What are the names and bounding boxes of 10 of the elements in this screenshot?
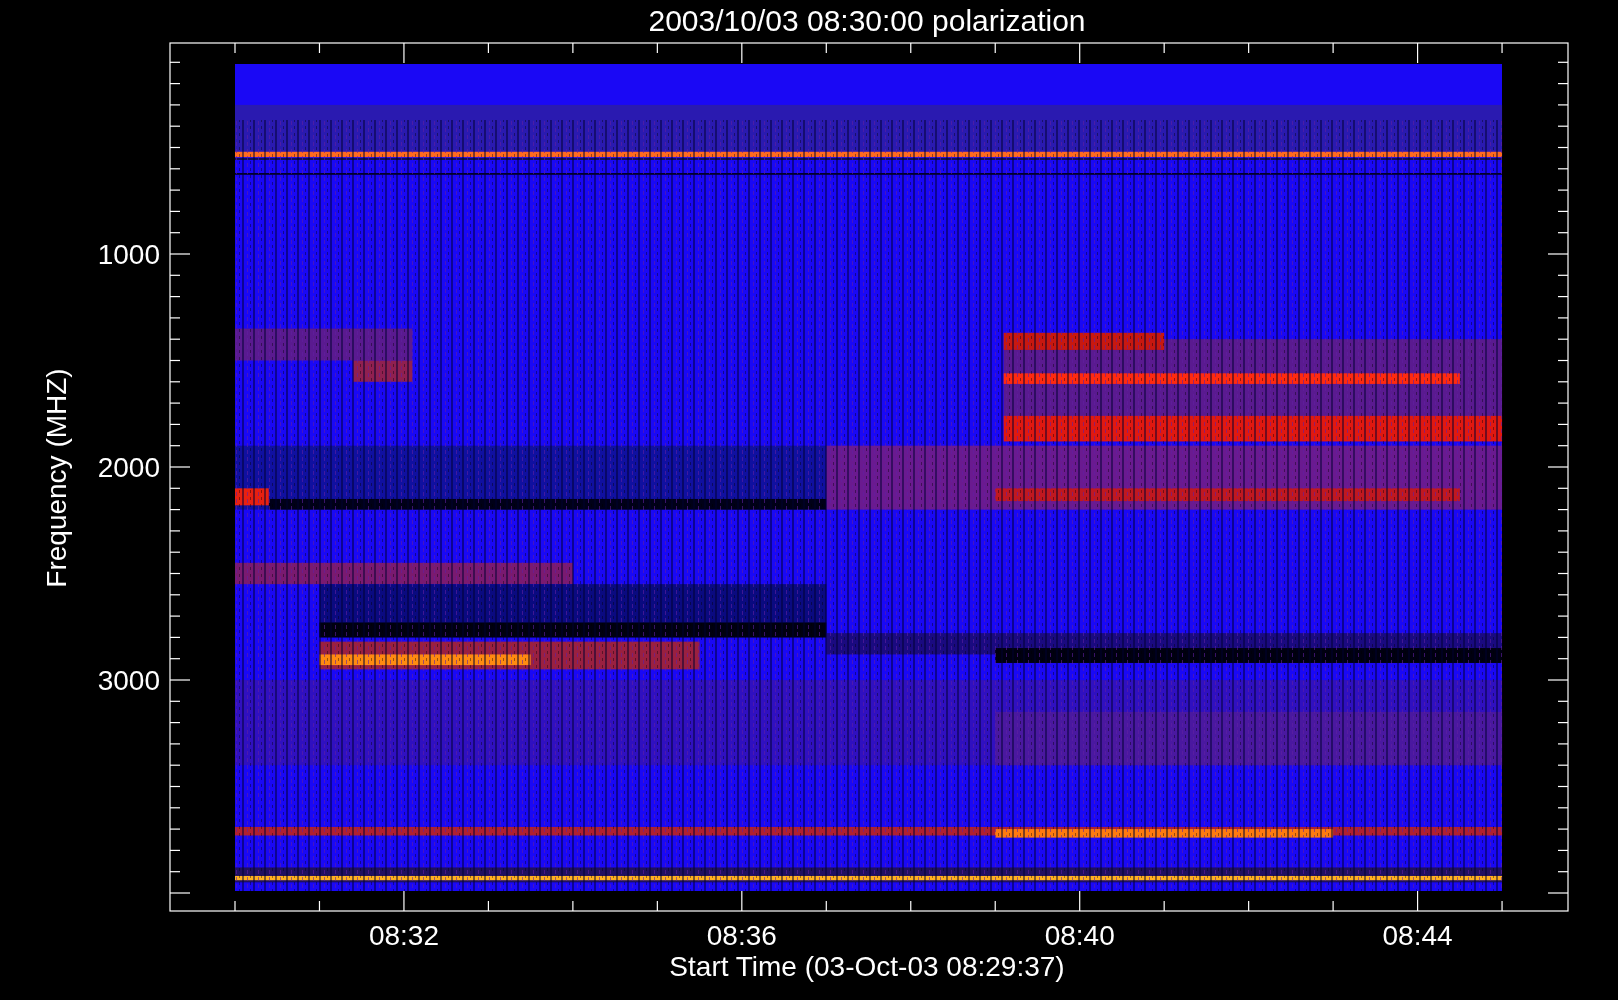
chart-title: 2003/10/03 08:30:00 polarization [648,4,1086,37]
x-tick-label: 08:36 [706,920,777,951]
x-tick-label: 08:44 [1382,920,1453,951]
x-tick-label: 08:40 [1044,920,1115,951]
y-axis-label: Frequency (MHZ) [41,368,72,588]
y-tick-label: 1000 [97,239,160,270]
x-tick-label: 08:32 [368,920,439,951]
y-tick-label: 2000 [97,452,160,483]
y-tick-label: 3000 [97,665,160,696]
x-axis-label: Start Time (03-Oct-03 08:29:37) [669,951,1065,982]
